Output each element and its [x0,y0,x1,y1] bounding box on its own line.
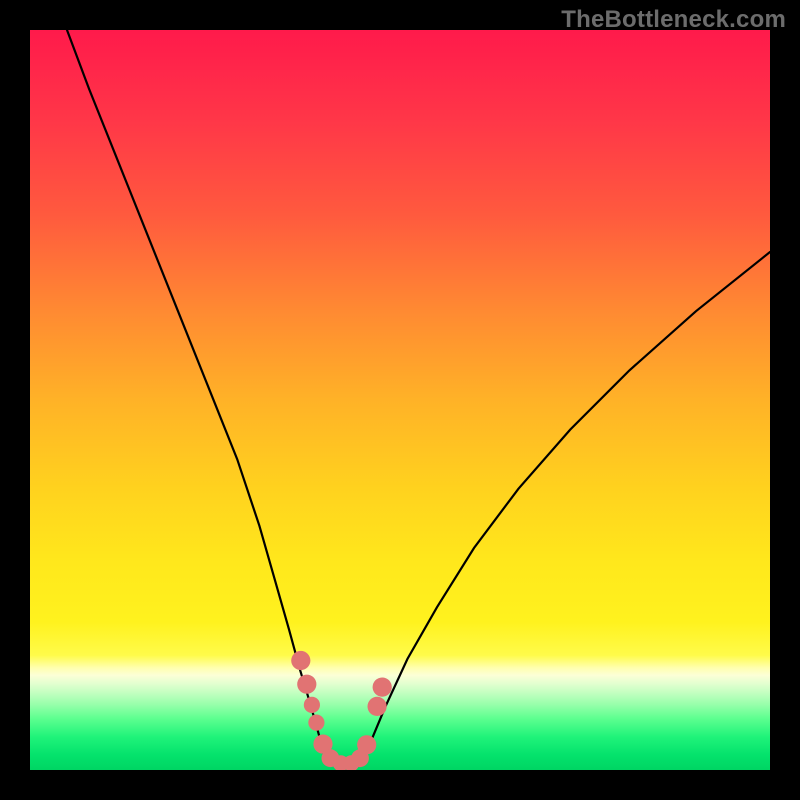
bead-marker [373,678,392,697]
bead-marker [308,715,324,731]
chart-svg [30,30,770,770]
outer-frame: TheBottleneck.com [0,0,800,800]
bead-marker [297,675,316,694]
plot-area [30,30,770,770]
bead-marker [368,697,387,716]
watermark-text: TheBottleneck.com [561,6,786,34]
bead-marker [357,735,376,754]
bead-marker [304,697,320,713]
bead-marker [291,651,310,670]
gradient-background [30,30,770,770]
